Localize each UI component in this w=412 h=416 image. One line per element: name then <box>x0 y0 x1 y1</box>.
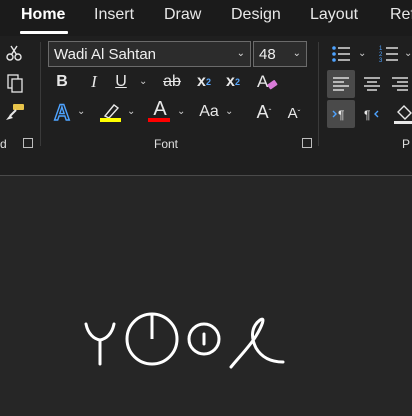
cut-icon[interactable] <box>4 42 24 64</box>
align-left-icon <box>333 77 349 91</box>
change-case-icon: Aa <box>199 103 219 120</box>
clear-formatting-icon: A <box>257 72 278 91</box>
chevron-down-icon[interactable]: ⌄ <box>139 76 147 87</box>
active-tab-indicator <box>20 31 68 34</box>
format-painter-icon[interactable] <box>2 101 28 123</box>
chevron-down-icon[interactable]: ⌄ <box>77 106 85 117</box>
svg-text:A: A <box>257 72 269 91</box>
superscript-icon: x <box>226 73 235 90</box>
highlight-color-bar <box>100 118 121 122</box>
grow-font-icon: A <box>256 101 269 122</box>
paragraph-group-label: P <box>402 137 411 151</box>
align-right-button[interactable] <box>388 70 412 98</box>
strikethrough-icon: ab <box>163 73 181 90</box>
strikethrough-button[interactable]: ab <box>160 70 184 94</box>
superscript-mark: 2 <box>234 77 240 87</box>
svg-text:3: 3 <box>379 58 383 64</box>
tab-draw[interactable]: Draw <box>164 6 201 24</box>
text-effects-icon: A <box>53 99 70 125</box>
italic-button[interactable]: I <box>84 70 104 94</box>
rtl-direction-icon: ¶ <box>364 108 379 122</box>
bold-icon: B <box>56 73 68 90</box>
tab-layout[interactable]: Layout <box>310 6 358 24</box>
font-size-dropdown[interactable]: 48 ⌄ <box>253 41 307 67</box>
shading-button[interactable] <box>394 100 412 128</box>
shrink-font-icon: A <box>287 104 298 122</box>
glyph-y-fork <box>84 322 116 366</box>
font-name-dropdown[interactable]: Wadi Al Sahtan ⌄ <box>48 41 251 67</box>
tab-home[interactable]: Home <box>21 6 65 24</box>
chevron-down-icon[interactable]: ⌄ <box>225 106 233 117</box>
numbering-icon: 123 <box>379 46 398 64</box>
align-center-icon <box>364 77 380 91</box>
ltr-direction-button[interactable]: ¶ <box>327 100 355 128</box>
chevron-down-icon[interactable]: ⌄ <box>177 106 185 117</box>
italic-icon: I <box>91 72 97 91</box>
highlighter-icon <box>103 104 120 119</box>
clipboard-dialog-launcher[interactable] <box>23 138 33 148</box>
font-group-label: Font <box>154 137 179 151</box>
chevron-down-icon[interactable]: ⌄ <box>127 106 135 117</box>
chevron-down-icon: ⌄ <box>236 48 245 59</box>
glyph-circle-dot <box>187 322 221 356</box>
clipboard-group-label: d <box>0 137 7 151</box>
ltr-direction-icon: ¶ <box>332 108 344 122</box>
align-center-button[interactable] <box>358 70 386 98</box>
glyph-circle-bar <box>125 312 179 366</box>
font-size-value: 48 <box>259 46 276 63</box>
align-right-icon <box>392 77 408 91</box>
subscript-mark: 2 <box>205 77 211 87</box>
document-glyphs <box>84 312 285 369</box>
copy-icon[interactable] <box>4 72 26 94</box>
numbering-button[interactable]: 123 <box>376 42 402 66</box>
bullets-icon <box>332 46 350 62</box>
ribbon-tab-bar: Home Insert Draw Design Layout Ref <box>0 0 412 36</box>
font-dialog-launcher[interactable] <box>302 138 312 148</box>
subscript-button[interactable]: x2 <box>193 70 215 94</box>
rtl-direction-button[interactable]: ¶ <box>358 100 386 128</box>
svg-text:¶: ¶ <box>364 108 370 122</box>
underline-icon: U <box>115 73 127 90</box>
shrink-font-button[interactable]: Aˇ <box>283 101 305 125</box>
ribbon-bottom <box>0 156 412 176</box>
chevron-down-icon[interactable]: ⌄ <box>404 48 412 59</box>
clear-formatting-button[interactable]: A <box>255 70 281 94</box>
svg-text:¶: ¶ <box>338 108 344 122</box>
align-left-button[interactable] <box>327 70 355 98</box>
font-color-bar <box>148 118 170 122</box>
font-name-value: Wadi Al Sahtan <box>54 46 157 63</box>
bullets-button[interactable] <box>328 42 354 66</box>
group-separator <box>40 42 41 146</box>
document-canvas[interactable] <box>0 176 412 411</box>
tab-design[interactable]: Design <box>231 6 281 24</box>
superscript-button[interactable]: x2 <box>222 70 244 94</box>
change-case-button[interactable]: Aa <box>196 100 222 124</box>
paint-bucket-icon <box>394 105 412 124</box>
bold-button[interactable]: B <box>52 70 72 94</box>
tab-insert[interactable]: Insert <box>94 6 134 24</box>
subscript-icon: x <box>197 73 206 90</box>
underline-button[interactable]: U <box>110 70 132 94</box>
chevron-down-icon: ⌄ <box>292 48 301 59</box>
grow-font-button[interactable]: Aˆ <box>252 99 276 125</box>
text-effects-button[interactable]: A <box>50 99 74 126</box>
group-separator <box>318 42 319 146</box>
chevron-down-icon[interactable]: ⌄ <box>358 48 366 59</box>
tab-references[interactable]: Ref <box>390 6 412 24</box>
glyph-loop <box>229 317 285 369</box>
font-color-button[interactable]: A <box>148 98 172 120</box>
